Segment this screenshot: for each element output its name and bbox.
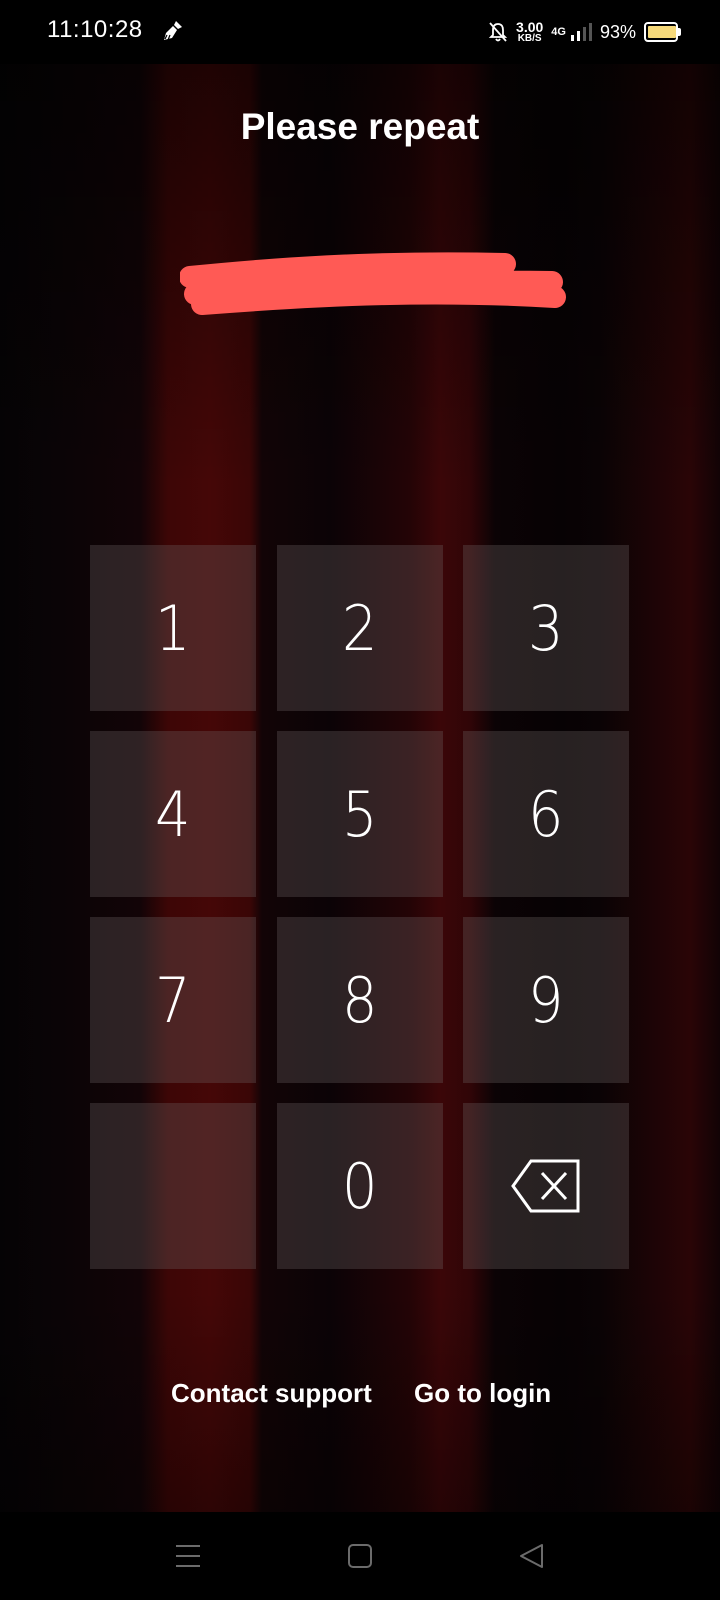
backspace-icon xyxy=(511,1159,580,1213)
key-label: 2 xyxy=(342,591,378,665)
cleaner-broom-icon xyxy=(164,21,182,41)
status-indicators: 3.00 KB/S 4G 93% xyxy=(488,14,681,50)
key-8[interactable]: 8 xyxy=(277,917,443,1083)
key-3[interactable]: 3 xyxy=(463,545,629,711)
status-bar: 11:10:28 3.00 KB/S 4G 93% xyxy=(0,0,720,64)
pin-dots-redaction xyxy=(180,252,566,315)
mute-bell-icon xyxy=(488,22,508,42)
key-label: 7 xyxy=(155,963,191,1037)
network-speed-value: 3.00 xyxy=(516,19,544,35)
network-type: 4G xyxy=(551,26,566,38)
go-to-login-link[interactable]: Go to login xyxy=(414,1378,551,1409)
back-triangle-icon[interactable] xyxy=(516,1540,548,1572)
key-label: 0 xyxy=(342,1149,378,1223)
key-label: 3 xyxy=(528,591,564,665)
signal-icon xyxy=(570,23,592,41)
navigation-bar xyxy=(0,1512,720,1600)
key-5[interactable]: 5 xyxy=(277,731,443,897)
key-7[interactable]: 7 xyxy=(90,917,256,1083)
battery-percent: 93% xyxy=(599,21,636,42)
page-title: Please repeat xyxy=(240,106,480,147)
battery-fill xyxy=(648,26,676,38)
battery-icon xyxy=(644,22,681,42)
backspace-button[interactable] xyxy=(463,1103,629,1269)
key-label: 8 xyxy=(342,963,378,1037)
key-9[interactable]: 9 xyxy=(463,917,629,1083)
network-speed: 3.00 KB/S xyxy=(516,20,543,44)
key-label: 6 xyxy=(528,777,564,851)
key-4[interactable]: 4 xyxy=(90,731,256,897)
network-speed-unit: KB/S xyxy=(517,33,542,44)
key-6[interactable]: 6 xyxy=(463,731,629,897)
contact-support-link[interactable]: Contact support xyxy=(171,1378,372,1409)
home-square-icon[interactable] xyxy=(344,1540,376,1572)
key-blank xyxy=(90,1103,256,1269)
menu-icon[interactable] xyxy=(172,1540,204,1572)
key-2[interactable]: 2 xyxy=(277,545,443,711)
key-label: 4 xyxy=(155,777,191,851)
background: Please repeat 1 2 3 4 5 6 7 8 9 0 Contac… xyxy=(0,64,720,1512)
key-label: 5 xyxy=(342,777,378,851)
pin-repeat-screen: 11:10:28 3.00 KB/S 4G 93% Please repeat … xyxy=(0,0,720,1600)
key-label: 9 xyxy=(528,963,564,1037)
key-0[interactable]: 0 xyxy=(277,1103,443,1269)
status-time: 11:10:28 xyxy=(47,16,143,43)
key-label: 1 xyxy=(155,591,191,665)
key-1[interactable]: 1 xyxy=(90,545,256,711)
